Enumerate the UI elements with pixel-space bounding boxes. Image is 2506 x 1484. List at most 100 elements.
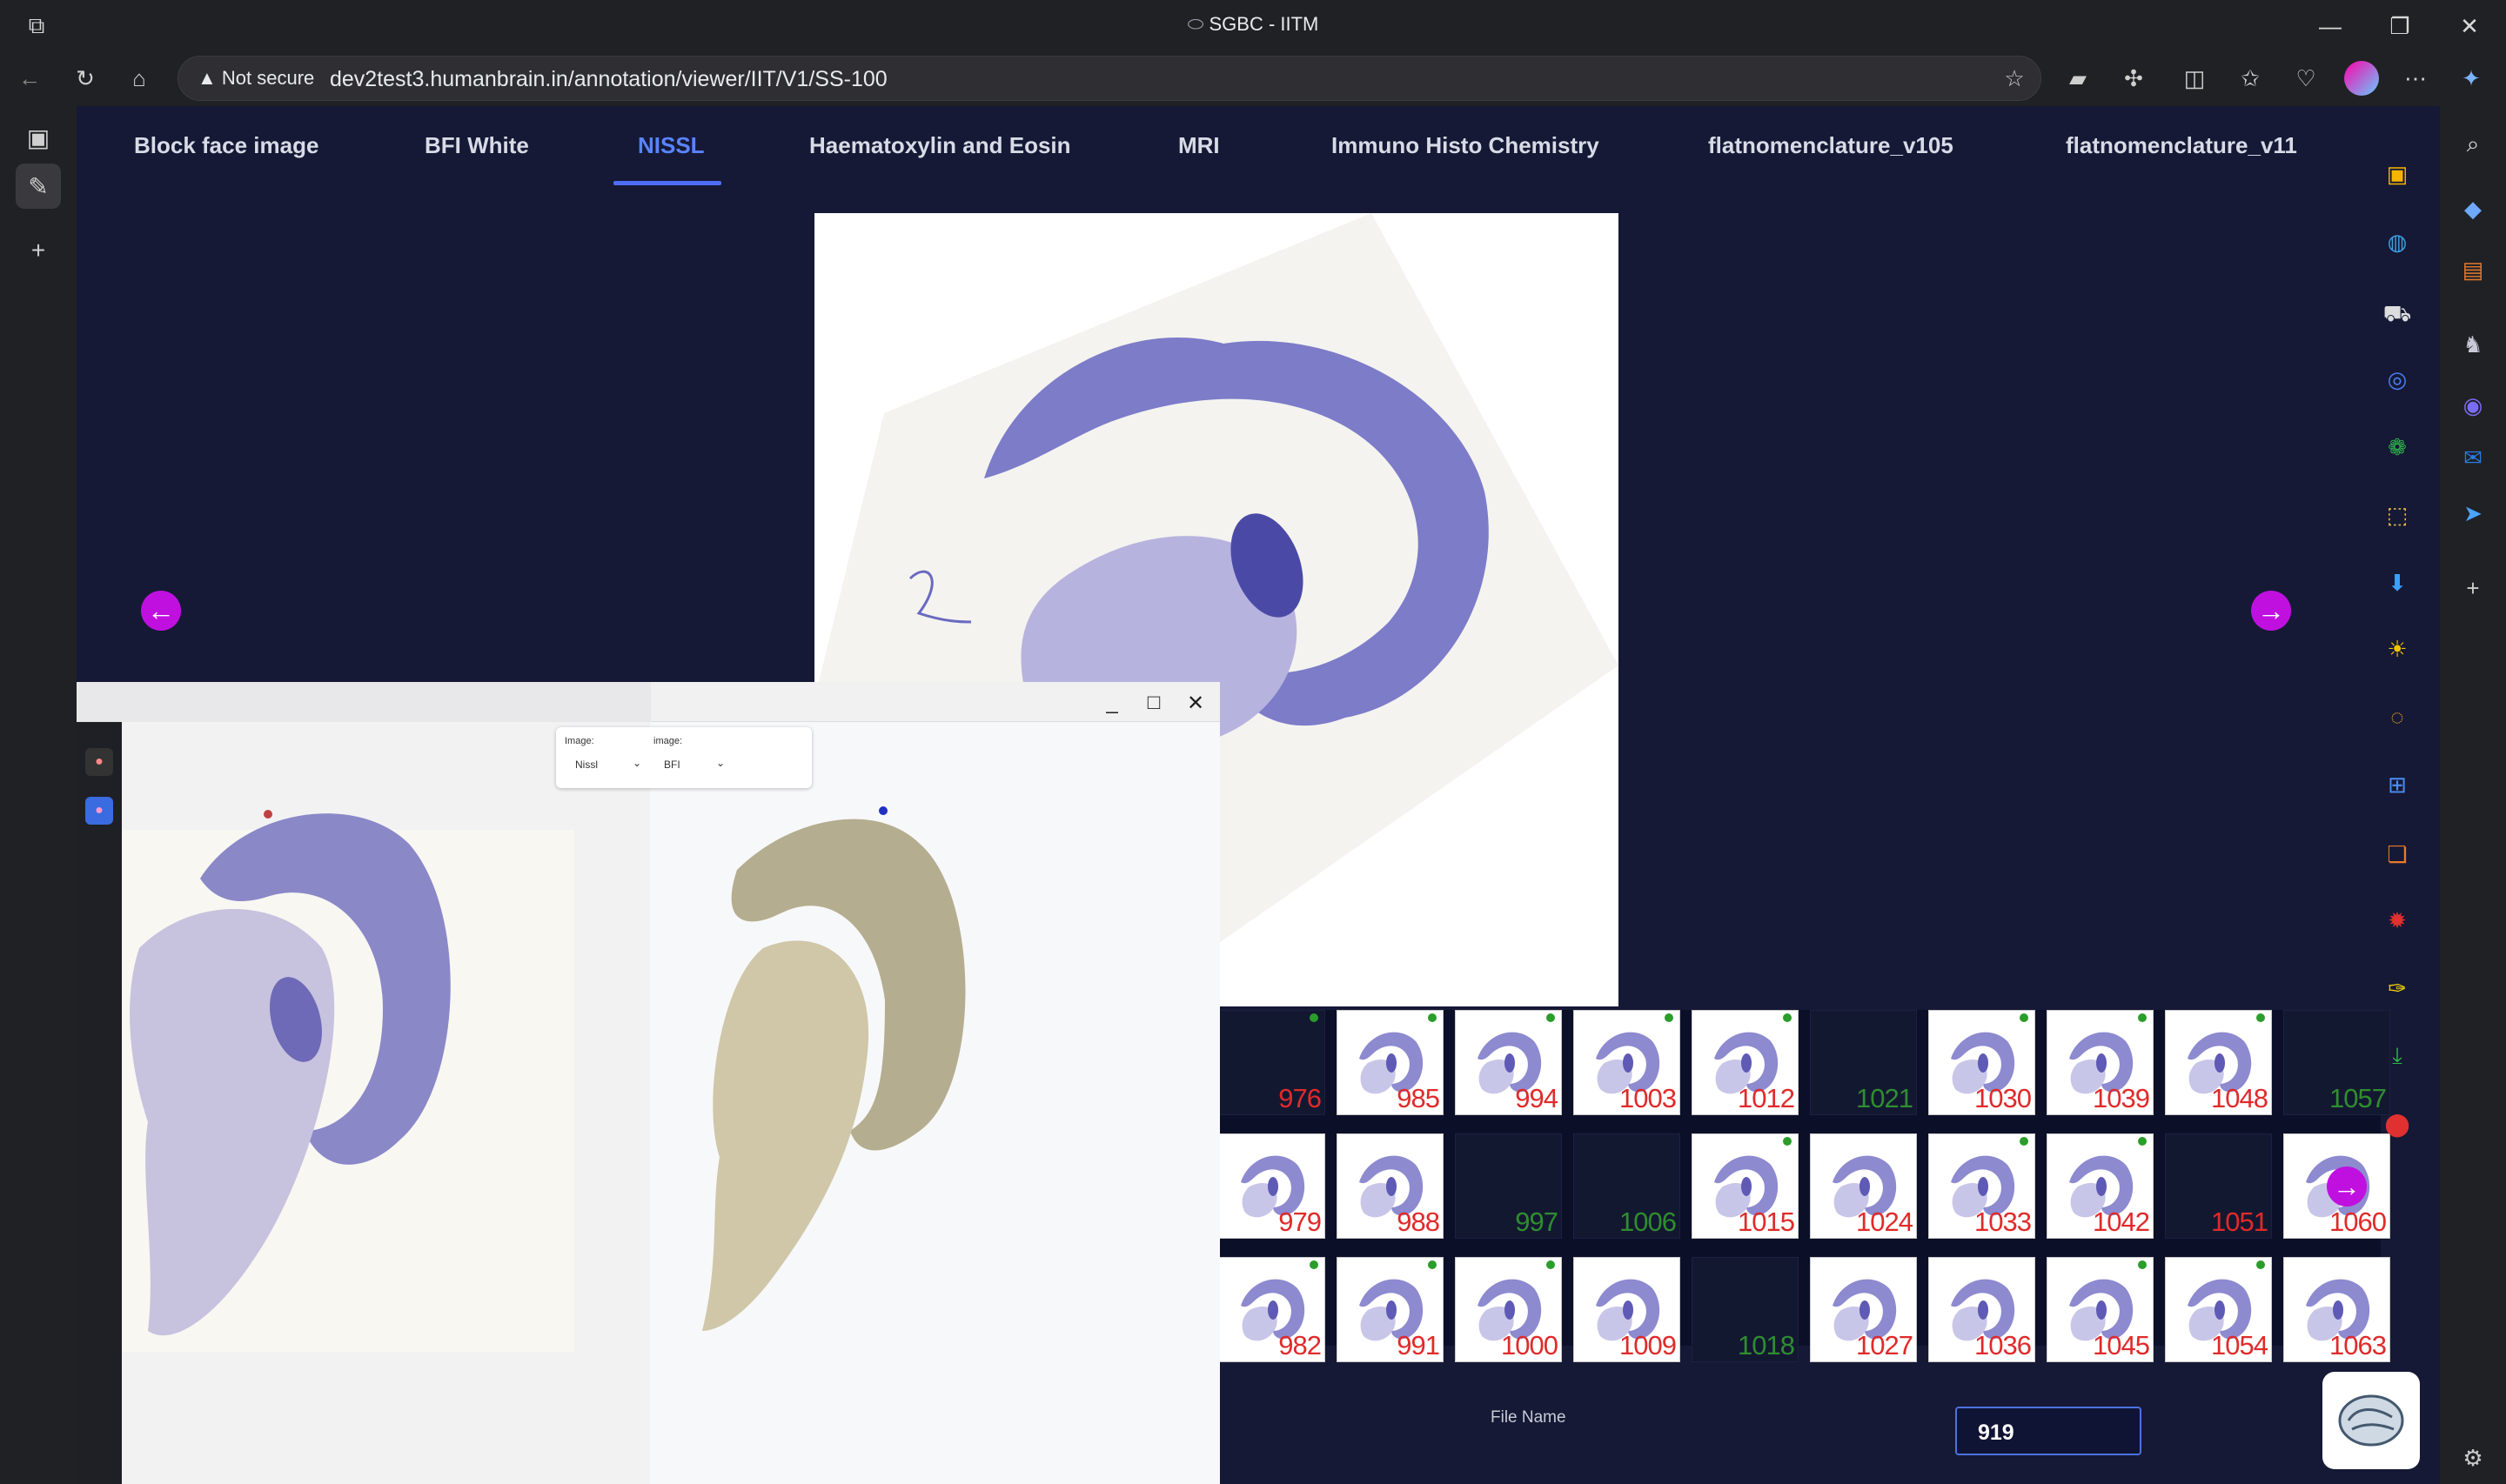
tab-immuno-histo-chemistry[interactable]: Immuno Histo Chemistry bbox=[1331, 132, 1599, 159]
more-options-icon[interactable]: ⋯ bbox=[2398, 61, 2433, 96]
compare-window-titlebar[interactable]: _ □ ✕ bbox=[77, 682, 1220, 722]
thumbnail-cell[interactable]: 1024 bbox=[1810, 1133, 1917, 1239]
tab-actions-icon[interactable]: ▣ bbox=[16, 115, 61, 160]
bfi-compare-pane[interactable] bbox=[650, 722, 1220, 1484]
thumbnail-cell[interactable]: 1063 bbox=[2283, 1257, 2390, 1362]
thumbnail-cell[interactable]: 1018 bbox=[1692, 1257, 1799, 1362]
thumbnail-cell[interactable]: 1042 bbox=[2047, 1133, 2154, 1239]
bug-extension-icon[interactable]: ✹ bbox=[2378, 901, 2416, 939]
add-app-icon[interactable]: + bbox=[2452, 567, 2494, 609]
tab-bfi-white[interactable]: BFI White bbox=[425, 132, 529, 159]
pin-extension-icon[interactable]: ✑ bbox=[2378, 969, 2416, 1007]
bookmark-extension-icon[interactable]: ❏ bbox=[2378, 835, 2416, 873]
copilot-icon[interactable]: ✦ bbox=[2454, 61, 2489, 96]
hd-extension-icon[interactable]: ▣ bbox=[2378, 155, 2416, 193]
back-red-extension-icon[interactable]: ⬤ bbox=[2378, 1105, 2416, 1143]
thumbnail-cell[interactable]: 1051 bbox=[2165, 1133, 2272, 1239]
thumbnail-cell[interactable]: 1000 bbox=[1455, 1257, 1562, 1362]
shopping-tag-icon[interactable]: ◆ bbox=[2452, 188, 2494, 230]
thumbnail-cell[interactable]: 1045 bbox=[2047, 1257, 2154, 1362]
thumbnail-cell[interactable]: 1048 bbox=[2165, 1010, 2272, 1115]
extensions-icon[interactable]: ✣ bbox=[2116, 61, 2151, 96]
thumbnail-cell[interactable]: 985 bbox=[1337, 1010, 1444, 1115]
back-icon[interactable]: ← bbox=[12, 61, 47, 96]
thumbnail-cell[interactable]: 1030 bbox=[1928, 1010, 2035, 1115]
profile-avatar-icon[interactable] bbox=[2344, 61, 2379, 96]
tab-flatnomenclature-v105[interactable]: flatnomenclature_v105 bbox=[1708, 132, 1953, 159]
thumbnail-cell[interactable]: 1036 bbox=[1928, 1257, 2035, 1362]
frame-extension-icon[interactable]: ⊞ bbox=[2378, 765, 2416, 804]
thumbnail-cell[interactable]: 1027 bbox=[1810, 1257, 1917, 1362]
sun-extension-icon[interactable]: ☀ bbox=[2378, 630, 2416, 668]
thumbnail-cell[interactable]: 1009 bbox=[1573, 1257, 1680, 1362]
thumbnail-cell[interactable]: 982 bbox=[1218, 1257, 1325, 1362]
thumbnail-cell[interactable]: 1006 bbox=[1573, 1133, 1680, 1239]
thumbnail-cell[interactable]: 1057 bbox=[2283, 1010, 2390, 1115]
thumbnail-cell[interactable]: 988 bbox=[1337, 1133, 1444, 1239]
window-close-icon[interactable]: ✕ bbox=[1182, 689, 1209, 717]
home-icon[interactable]: ⌂ bbox=[122, 61, 157, 96]
eye-slash-extension-icon[interactable]: ◌ bbox=[2378, 698, 2416, 736]
right-select-chevron-down-icon[interactable]: ⌄ bbox=[716, 757, 725, 769]
thumbnail-cell[interactable]: 997 bbox=[1455, 1133, 1562, 1239]
save-extension-icon[interactable]: ⤓ bbox=[2378, 1037, 2416, 1075]
url-box[interactable]: ▲ Not secure dev2test3.humanbrain.in/ann… bbox=[178, 56, 2041, 101]
truck-extension-icon[interactable]: ⛟ bbox=[2378, 296, 2416, 334]
thumbnail-cell[interactable]: 1012 bbox=[1692, 1010, 1799, 1115]
download-extension-icon[interactable]: ⬇ bbox=[2378, 564, 2416, 602]
url-text[interactable]: dev2test3.humanbrain.in/annotation/viewe… bbox=[330, 67, 888, 92]
file-name-input[interactable]: 919 bbox=[1955, 1407, 2141, 1455]
thumbnail-cell[interactable]: 1039 bbox=[2047, 1010, 2154, 1115]
close-icon[interactable]: ✕ bbox=[2452, 9, 2487, 43]
split-screen-icon[interactable]: ◫ bbox=[2177, 61, 2212, 96]
thumbnail-cell[interactable]: 1015 bbox=[1692, 1133, 1799, 1239]
tool-select-icon[interactable]: ● bbox=[85, 797, 113, 825]
thumbnail-cell[interactable]: 1003 bbox=[1573, 1010, 1680, 1115]
restore-icon[interactable]: ❐ bbox=[2382, 9, 2417, 43]
outlook-icon[interactable]: ✉ bbox=[2452, 437, 2494, 478]
refresh-icon[interactable]: ↻ bbox=[68, 61, 103, 96]
globe-extension-icon[interactable]: ◍ bbox=[2378, 223, 2416, 261]
left-select-chevron-down-icon[interactable]: ⌄ bbox=[633, 757, 641, 769]
tab-mri[interactable]: MRI bbox=[1178, 132, 1220, 159]
eye-circle-extension-icon[interactable]: ◎ bbox=[2378, 360, 2416, 398]
tab-block-face-image[interactable]: Block face image bbox=[134, 132, 318, 159]
copilot-app-icon[interactable]: ◉ bbox=[2452, 384, 2494, 426]
window-minimize-icon[interactable]: _ bbox=[1098, 689, 1126, 717]
left-image-select[interactable]: Nissl bbox=[575, 759, 598, 771]
settings-icon[interactable]: ⚙ bbox=[2452, 1437, 2494, 1479]
tab-flatnomenclature-v11[interactable]: flatnomenclature_v11 bbox=[2066, 132, 2297, 159]
send-icon[interactable]: ➤ bbox=[2452, 492, 2494, 534]
tools-briefcase-icon[interactable]: ▤ bbox=[2452, 249, 2494, 291]
palette-extension-icon[interactable]: ❁ bbox=[2378, 428, 2416, 466]
prev-section-button[interactable]: ← bbox=[141, 591, 181, 631]
nissl-compare-pane[interactable] bbox=[122, 722, 650, 1484]
thumbnail-section-number: 982 bbox=[1278, 1330, 1322, 1360]
thumbnail-cell[interactable]: 1033 bbox=[1928, 1133, 2035, 1239]
thumbnail-cell[interactable]: 976 bbox=[1218, 1010, 1325, 1115]
thumbnail-cell[interactable]: 994 bbox=[1455, 1010, 1562, 1115]
thumbnail-cell[interactable]: 1054 bbox=[2165, 1257, 2272, 1362]
tool-brush-icon[interactable]: ● bbox=[85, 748, 113, 776]
thumbnail-cell[interactable]: 991 bbox=[1337, 1257, 1444, 1362]
extension-animal-icon[interactable]: ▰ bbox=[2060, 61, 2095, 96]
games-icon[interactable]: ♞ bbox=[2452, 324, 2494, 365]
window-maximize-icon[interactable]: □ bbox=[1140, 689, 1168, 717]
favorites-icon[interactable]: ✩ bbox=[2233, 61, 2268, 96]
search-icon[interactable]: ⌕ bbox=[2452, 124, 2494, 165]
thumbnail-next-button[interactable]: → bbox=[2327, 1166, 2367, 1207]
browser-essentials-icon[interactable]: ♡ bbox=[2288, 61, 2323, 96]
new-tab-icon[interactable]: + bbox=[16, 228, 61, 273]
right-image-select[interactable]: BFI bbox=[664, 759, 680, 771]
thumbnail-cell[interactable]: 1021 bbox=[1810, 1010, 1917, 1115]
not-secure-label[interactable]: ▲ Not secure bbox=[198, 67, 314, 90]
minimize-icon[interactable]: — bbox=[2313, 9, 2348, 43]
cube-grid-extension-icon[interactable]: ⬚ bbox=[2378, 496, 2416, 534]
tab-haematoxylin-eosin[interactable]: Haematoxylin and Eosin bbox=[809, 132, 1071, 159]
tab-nissl[interactable]: NISSL bbox=[638, 132, 705, 159]
favorite-star-icon[interactable]: ☆ bbox=[1997, 61, 2032, 96]
current-tab-favicon-icon[interactable]: ✎ bbox=[16, 164, 61, 209]
thumbnail-cell[interactable]: 979 bbox=[1218, 1133, 1325, 1239]
next-section-button[interactable]: → bbox=[2251, 591, 2291, 631]
brain-chat-button[interactable] bbox=[2322, 1372, 2420, 1469]
